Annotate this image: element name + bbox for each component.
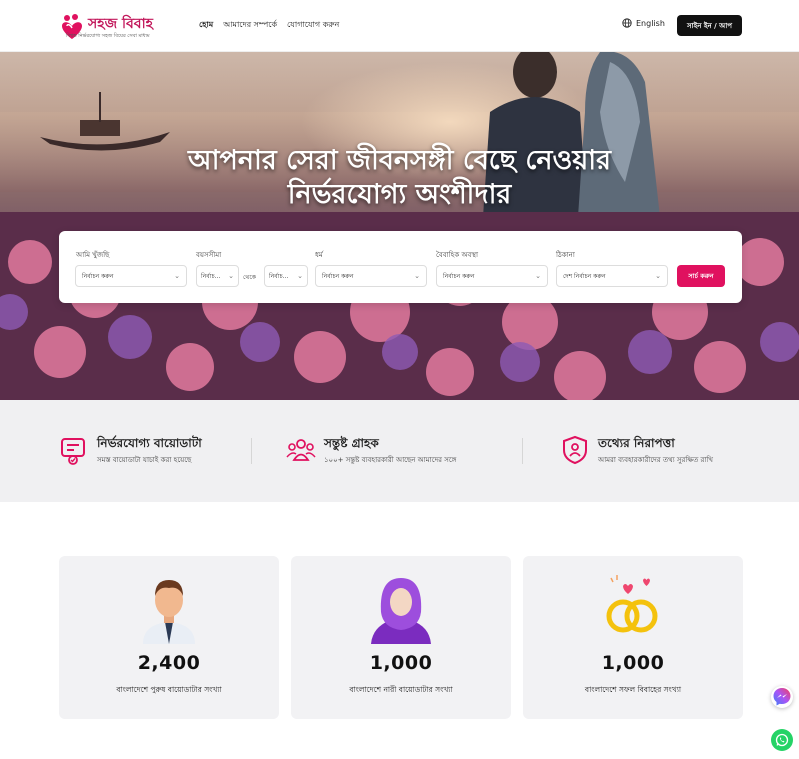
- feature-subtitle: ১০০+ সন্তুষ্ট ব্যবহারকারী আছেন আমাদের সঙ…: [324, 456, 457, 464]
- stat-value: 2,400: [137, 652, 201, 674]
- hero-title-line1: আপনার সেরা জীবনসঙ্গী বেছে নেওয়ার: [188, 145, 611, 176]
- users-group-icon: [286, 439, 316, 461]
- looking-for-value: নির্বাচন করুন: [82, 272, 114, 280]
- address-value: দেশ নির্বাচন করুন: [563, 272, 606, 280]
- whatsapp-chat-button[interactable]: [771, 729, 793, 751]
- stat-label: বাংলাদেশে পুরুষ বায়োডাটার সংখ্যা: [116, 685, 222, 694]
- hero-title: আপনার সেরা জীবনসঙ্গী বেছে নেওয়ার নির্ভর…: [0, 144, 799, 212]
- chevron-down-icon: ⌄: [414, 272, 420, 280]
- age-from-select[interactable]: নির্বাচ... ⌄: [196, 265, 239, 287]
- religion-select[interactable]: নির্বাচন করুন ⌄: [315, 265, 427, 287]
- looking-for-label: আমি খুঁজছি: [76, 251, 110, 259]
- globe-icon: [622, 18, 632, 28]
- feature-title: তথ্যের নিরাপত্তা: [598, 436, 675, 450]
- signin-button[interactable]: সাইন ইন / আপ: [677, 15, 742, 36]
- address-label: ঠিকানা: [556, 251, 575, 259]
- nav-contact[interactable]: যোগাযোগ করুন: [287, 19, 339, 32]
- chevron-down-icon: ⌄: [228, 272, 234, 280]
- brand-logo[interactable]: সহজ বিবাহ বিশ্বস্ত নির্ভরযোগ্য সহজ বিয়ে…: [58, 10, 170, 44]
- stat-value: 1,000: [601, 652, 665, 674]
- chevron-down-icon: ⌄: [174, 272, 180, 280]
- age-from-value: নির্বাচ...: [201, 272, 221, 280]
- hero-title-line2: নির্ভরযোগ্য অংশীদার: [287, 179, 512, 210]
- age-to-select[interactable]: নির্বাচ... ⌄: [264, 265, 308, 287]
- age-between-text: থেকে: [243, 274, 256, 281]
- shield-user-icon: [563, 435, 587, 465]
- chevron-down-icon: ⌄: [297, 272, 303, 280]
- groom-avatar-icon: [143, 580, 195, 644]
- marital-status-label: বৈবাহিক অবস্থা: [436, 251, 479, 259]
- religion-value: নির্বাচন করুন: [322, 272, 354, 280]
- marital-status-value: নির্বাচন করুন: [443, 272, 475, 280]
- feature-satisfied-customers: সন্তুষ্ট গ্রাহক ১০০+ সন্তুষ্ট ব্যবহারকার…: [286, 433, 516, 473]
- feature-title: সন্তুষ্ট গ্রাহক: [324, 436, 379, 450]
- feature-title: নির্ভরযোগ্য বায়োডাটা: [97, 436, 202, 450]
- marital-status-select[interactable]: নির্বাচন করুন ⌄: [436, 265, 548, 287]
- whatsapp-icon: [775, 733, 789, 747]
- brand-tagline: বিশ্বস্ত নির্ভরযোগ্য সহজ বিয়ের সেবা মাধ…: [66, 33, 150, 39]
- main-nav: হোম আমাদের সম্পর্কে যোগাযোগ করুন: [199, 19, 339, 32]
- stat-card-male-biodata: 2,400 বাংলাদেশে পুরুষ বায়োডাটার সংখ্যা: [59, 556, 279, 719]
- feature-reliable-biodata: নির্ভরযোগ্য বায়োডাটা সমস্ত বায়োডাটা যা…: [59, 433, 239, 473]
- language-label: English: [636, 18, 665, 28]
- hero-banner: আপনার সেরা জীবনসঙ্গী বেছে নেওয়ার নির্ভর…: [0, 52, 799, 400]
- search-panel: আমি খুঁজছি নির্বাচন করুন ⌄ বয়সসীমা নির্…: [59, 231, 742, 303]
- bride-avatar-icon: [371, 578, 431, 644]
- feature-divider: [251, 438, 252, 464]
- feature-subtitle: আমরা ব্যবহারকারীদের তথ্য সুরক্ষিত রাখি: [598, 456, 714, 464]
- verified-document-icon: [61, 438, 85, 465]
- search-button[interactable]: সার্চ করুন: [677, 265, 725, 287]
- nav-home[interactable]: হোম: [199, 19, 213, 32]
- stat-label: বাংলাদেশে সফল বিবাহের সংখ্যা: [584, 685, 682, 694]
- chevron-down-icon: ⌄: [655, 272, 661, 280]
- looking-for-select[interactable]: নির্বাচন করুন ⌄: [75, 265, 187, 287]
- address-select[interactable]: দেশ নির্বাচন করুন ⌄: [556, 265, 668, 287]
- stat-value: 1,000: [369, 652, 433, 674]
- messenger-chat-button[interactable]: [771, 686, 793, 708]
- messenger-icon: [773, 688, 791, 706]
- wedding-rings-icon: [606, 575, 658, 633]
- chevron-down-icon: ⌄: [535, 272, 541, 280]
- religion-label: ধর্ম: [315, 251, 323, 259]
- feature-divider: [522, 438, 523, 464]
- stat-label: বাংলাদেশে নারী বায়োডাটার সংখ্যা: [349, 685, 453, 694]
- nav-about[interactable]: আমাদের সম্পর্কে: [223, 19, 277, 32]
- age-to-value: নির্বাচ...: [269, 272, 289, 280]
- stat-card-successful-marriages: 1,000 বাংলাদেশে সফল বিবাহের সংখ্যা: [523, 556, 743, 719]
- age-range-label: বয়সসীমা: [196, 251, 222, 259]
- language-switcher[interactable]: English: [622, 18, 665, 28]
- feature-subtitle: সমস্ত বায়োডাটা যাচাই করা হয়েছে: [97, 456, 192, 464]
- site-header: সহজ বিবাহ বিশ্বস্ত নির্ভরযোগ্য সহজ বিয়ে…: [0, 0, 799, 52]
- feature-data-security: তথ্যের নিরাপত্তা আমরা ব্যবহারকারীদের তথ্…: [560, 433, 760, 473]
- stat-card-female-biodata: 1,000 বাংলাদেশে নারী বায়োডাটার সংখ্যা: [291, 556, 511, 719]
